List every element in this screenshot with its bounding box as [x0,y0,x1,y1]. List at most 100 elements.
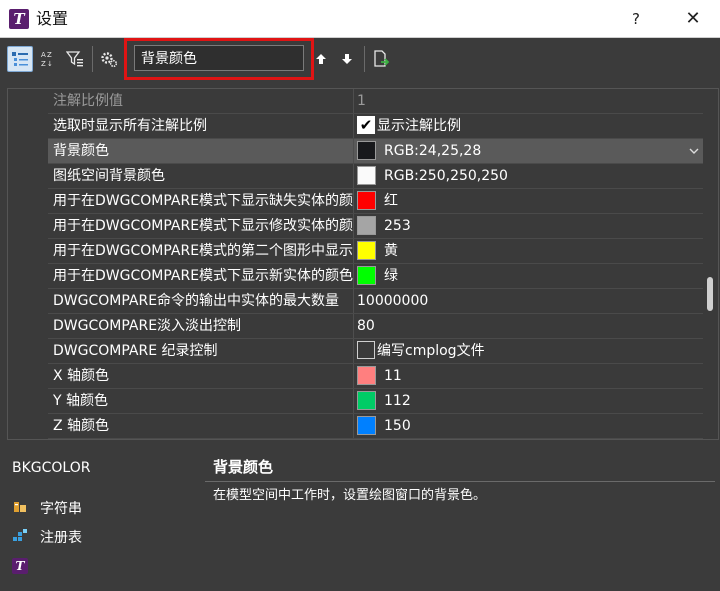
property-value[interactable]: 150 [357,414,697,438]
arrow-up-icon [316,54,326,64]
toolbar-separator [124,46,125,72]
property-row[interactable]: 选取时显示所有注解比例 ✔ 显示注解比例 [48,114,703,139]
export-icon [374,50,390,67]
svg-text:Z: Z [47,51,52,59]
type-registry: 注册表 [12,528,82,548]
app-logo-small-icon: T [12,558,28,574]
scrollbar-thumb[interactable] [707,277,713,311]
search-input[interactable] [134,45,304,71]
property-name: 背景颜色 [53,143,109,159]
window-title: 设置 [36,9,69,28]
type-registry-label: 注册表 [40,530,82,546]
export-button[interactable] [368,46,394,72]
description-divider [205,481,715,482]
property-value[interactable]: 1 [357,89,697,113]
property-row[interactable]: DWGCOMPARE淡入淡出控制 80 [48,314,703,339]
column-divider [353,364,354,388]
property-value-text: 黄 [384,243,398,259]
property-value[interactable]: 80 [357,314,697,338]
property-value-text: 1 [357,93,366,109]
column-divider [353,139,354,163]
property-value[interactable]: 112 [357,389,697,413]
property-name: DWGCOMPARE 纪录控制 [53,343,218,359]
checkbox[interactable]: ✔ [357,116,375,134]
app-logo-icon: T [9,9,29,29]
property-name: 用于在DWGCOMPARE模式下显示新实体的颜色 [53,268,353,284]
property-row[interactable]: 图纸空间背景颜色 RGB:250,250,250 [48,164,703,189]
property-row[interactable]: Z 轴颜色 150 [48,414,703,439]
property-value-text: 显示注解比例 [377,118,461,134]
column-divider [353,189,354,213]
property-value[interactable]: 绿 [357,264,697,288]
toolbar-separator [364,46,365,72]
column-divider [353,389,354,413]
string-type-icon [14,502,26,512]
column-divider [353,214,354,238]
settings-button[interactable] [96,46,122,72]
registry-icon [13,529,27,541]
toolbar: A Z Z ↓ [0,38,720,80]
categorized-view-button[interactable] [7,46,33,72]
settings-gear-icon [101,52,118,68]
property-value-text: 112 [384,393,411,409]
title-bar: T 设置 ? ✕ [0,0,720,38]
svg-text:↓: ↓ [47,60,53,68]
chevron-down-icon[interactable] [687,143,701,159]
property-value-text: 150 [384,418,411,434]
property-value-text: 11 [384,368,402,384]
property-row[interactable]: 注解比例值 1 [48,89,703,114]
property-value[interactable]: 黄 [357,239,697,263]
property-name: 注解比例值 [53,93,123,109]
property-value-text: RGB:24,25,28 [384,143,482,159]
color-swatch [357,165,376,185]
arrow-down-icon [342,54,352,64]
checkbox[interactable] [357,341,375,359]
property-value[interactable]: 253 [357,214,697,238]
column-divider [353,264,354,288]
color-swatch [357,365,376,385]
column-divider [353,289,354,313]
property-value-text: 红 [384,193,398,209]
column-divider [353,414,354,438]
column-divider [353,89,354,113]
property-row[interactable]: Y 轴颜色 112 [48,389,703,414]
property-value-text: 10000000 [357,293,429,309]
find-previous-button[interactable] [308,46,334,72]
description-title: 背景颜色 [213,458,274,476]
vertical-scrollbar[interactable] [703,89,718,439]
property-row[interactable]: 背景颜色 RGB:24,25,28 [48,139,703,164]
property-value[interactable]: RGB:250,250,250 [357,164,697,188]
type-string-label: 字符串 [40,501,82,517]
property-name: DWGCOMPARE淡入淡出控制 [53,318,242,334]
property-row[interactable]: 用于在DWGCOMPARE模式下显示新实体的颜色 绿 [48,264,703,289]
find-next-button[interactable] [334,46,360,72]
color-swatch [357,415,376,435]
property-value[interactable]: 编写cmplog文件 [357,339,697,363]
toolbar-separator [92,46,93,72]
type-string: 字符串 [12,499,82,519]
property-name: X 轴颜色 [53,368,110,384]
property-name: 选取时显示所有注解比例 [53,118,207,134]
grid-category-strip [8,89,48,439]
property-value[interactable]: ✔ 显示注解比例 [357,114,697,138]
property-row[interactable]: DWGCOMPARE 纪录控制 编写cmplog文件 [48,339,703,364]
property-name: 用于在DWGCOMPARE模式下显示缺失实体的颜色 [53,193,353,209]
help-button[interactable]: ? [624,6,648,32]
svg-text:Z: Z [41,60,46,68]
property-row[interactable]: DWGCOMPARE命令的输出中实体的最大数量 10000000 [48,289,703,314]
property-row[interactable]: 用于在DWGCOMPARE模式下显示缺失实体的颜色 红 [48,189,703,214]
property-value-text: RGB:250,250,250 [384,168,508,184]
color-swatch [357,265,376,285]
close-button[interactable]: ✕ [678,6,708,32]
column-divider [353,239,354,263]
property-row[interactable]: 用于在DWGCOMPARE模式下显示修改实体的颜色 253 [48,214,703,239]
property-row[interactable]: X 轴颜色 11 [48,364,703,389]
property-value[interactable]: RGB:24,25,28 [357,139,697,163]
filter-button[interactable] [62,46,88,72]
alphabetical-sort-button[interactable]: A Z Z ↓ [35,46,61,72]
property-value[interactable]: 红 [357,189,697,213]
property-value[interactable]: 11 [357,364,697,388]
property-row[interactable]: 用于在DWGCOMPARE模式的第二个图形中显示 黄 [48,239,703,264]
property-value[interactable]: 10000000 [357,289,697,313]
property-name: 用于在DWGCOMPARE模式的第二个图形中显示 [53,243,353,259]
